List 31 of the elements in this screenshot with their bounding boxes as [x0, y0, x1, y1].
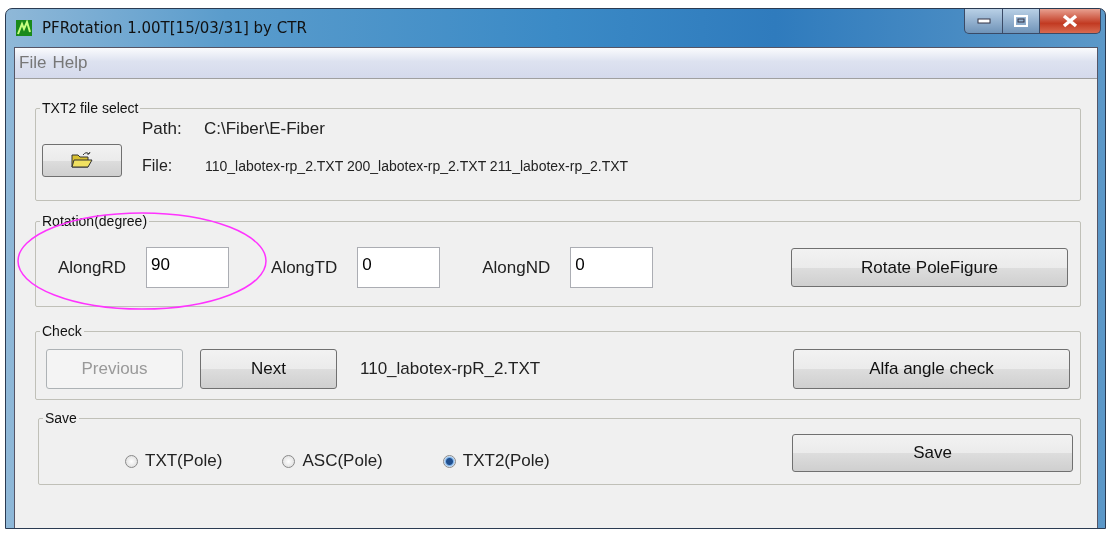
- maximize-icon: [1014, 15, 1028, 27]
- minimize-icon: [976, 18, 991, 24]
- file-list: 110_labotex-rp_2.TXT 200_labotex-rp_2.TXT 211_labotex-rp_2.TXT: [205, 158, 629, 174]
- group-title: Check: [41, 323, 83, 339]
- radio-option[interactable]: ASC(Pole): [282, 451, 383, 471]
- field-label: AlongTD: [271, 257, 338, 278]
- input-field[interactable]: 90: [146, 247, 230, 288]
- minimize-button[interactable]: [964, 9, 1003, 34]
- rotate-button[interactable]: Rotate PoleFigure: [791, 248, 1068, 287]
- alfa-check-button[interactable]: Alfa angle check: [793, 349, 1070, 389]
- path-label: Path:: [142, 119, 183, 139]
- radio-option[interactable]: TXT2(Pole): [442, 451, 550, 471]
- folder-icon: [71, 151, 93, 169]
- group-title: Save: [44, 410, 78, 426]
- close-button[interactable]: [1040, 9, 1101, 34]
- maximize-button[interactable]: [1003, 9, 1040, 34]
- close-icon: [1062, 14, 1078, 28]
- radio-option[interactable]: TXT(Pole): [125, 451, 223, 471]
- app-icon: [16, 20, 32, 36]
- input-field[interactable]: 0: [357, 247, 441, 288]
- current-file: 110_labotex-rpR_2.TXT: [360, 359, 541, 379]
- nav-button[interactable]: Next: [200, 349, 337, 389]
- save-button[interactable]: Save: [792, 434, 1073, 472]
- input-field[interactable]: 0: [570, 247, 654, 288]
- group-title: TXT2 file select: [41, 100, 140, 116]
- open-folder-button[interactable]: [42, 143, 122, 177]
- file-label: File:: [142, 157, 174, 175]
- field-label: AlongND: [482, 257, 551, 278]
- window-title: PFRotation 1.00T[15/03/31] by CTR: [42, 19, 307, 37]
- field-label: AlongRD: [58, 257, 127, 278]
- path-value: C:\Fiber\E-Fiber: [204, 119, 325, 139]
